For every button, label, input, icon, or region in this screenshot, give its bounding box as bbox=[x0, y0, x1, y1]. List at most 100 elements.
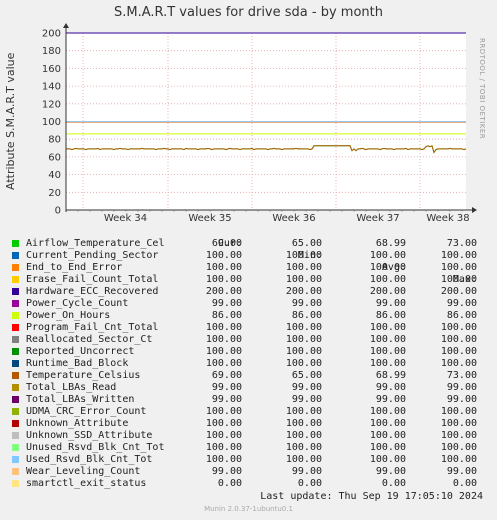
legend-row: Erase_Fail_Count_Total 100.00 100.00 100.00… bbox=[12, 274, 477, 286]
legend-series-name: Current_Pending_Sector bbox=[26, 250, 159, 261]
legend-min-value: 100.00 bbox=[285, 454, 322, 465]
legend-swatch bbox=[12, 300, 19, 307]
legend-series-name: Power_Cycle_Count bbox=[26, 298, 129, 309]
legend-avg-value: 100.00 bbox=[369, 322, 406, 333]
legend-row: Reallocated_Sector_Ct 100.00 100.00 100.00 1… bbox=[12, 334, 477, 346]
legend-max-value: 200.00 bbox=[440, 286, 477, 297]
legend-avg-value: 68.99 bbox=[375, 370, 406, 381]
legend-max-value: 0.00 bbox=[452, 478, 477, 489]
legend-header: Cur: Min: Avg: Max: bbox=[12, 226, 477, 285]
x-tick-label: Week 36 bbox=[272, 213, 315, 222]
legend-cur-value: 100.00 bbox=[205, 250, 242, 261]
legend-cur-value: 100.00 bbox=[205, 418, 242, 429]
legend-series-name: Airflow_Temperature_Cel bbox=[26, 238, 165, 249]
legend-max-value: 100.00 bbox=[440, 322, 477, 333]
legend: Cur: Min: Avg: Max: Airflow_Temperature_… bbox=[12, 226, 477, 490]
legend-min-value: 100.00 bbox=[285, 430, 322, 441]
legend-min-value: 100.00 bbox=[285, 418, 322, 429]
legend-min-value: 100.00 bbox=[285, 406, 322, 417]
legend-avg-value: 100.00 bbox=[369, 454, 406, 465]
legend-series-name: Hardware_ECC_Recovered bbox=[26, 286, 159, 297]
legend-avg-value: 100.00 bbox=[369, 430, 406, 441]
legend-avg-value: 100.00 bbox=[369, 406, 406, 417]
legend-row: Program_Fail_Cnt_Total 100.00 100.00 100.00… bbox=[12, 322, 477, 334]
legend-series-name: Runtime_Bad_Block bbox=[26, 358, 129, 369]
legend-series-name: UDMA_CRC_Error_Count bbox=[26, 406, 147, 417]
legend-series-name: Erase_Fail_Count_Total bbox=[26, 274, 159, 285]
legend-cur-value: 86.00 bbox=[211, 310, 242, 321]
legend-cur-value: 100.00 bbox=[205, 406, 242, 417]
legend-cur-value: 100.00 bbox=[205, 430, 242, 441]
legend-avg-value: 200.00 bbox=[369, 286, 406, 297]
legend-series-name: Total_LBAs_Written bbox=[26, 394, 135, 405]
legend-avg-value: 0.00 bbox=[381, 478, 406, 489]
x-tick-label: Week 37 bbox=[356, 213, 399, 222]
legend-min-value: 86.00 bbox=[291, 310, 322, 321]
legend-max-value: 100.00 bbox=[440, 334, 477, 345]
legend-cur-value: 100.00 bbox=[205, 334, 242, 345]
legend-cur-value: 99.00 bbox=[211, 394, 242, 405]
legend-max-value: 99.00 bbox=[446, 298, 477, 309]
legend-max-value: 100.00 bbox=[440, 418, 477, 429]
legend-min-value: 200.00 bbox=[285, 286, 322, 297]
legend-cur-value: 69.00 bbox=[211, 370, 242, 381]
legend-max-value: 100.00 bbox=[440, 406, 477, 417]
legend-avg-value: 68.99 bbox=[375, 238, 406, 249]
legend-max-value: 100.00 bbox=[440, 442, 477, 453]
legend-max-value: 100.00 bbox=[440, 262, 477, 273]
legend-swatch bbox=[12, 372, 19, 379]
legend-min-value: 100.00 bbox=[285, 274, 322, 285]
legend-avg-value: 100.00 bbox=[369, 262, 406, 273]
legend-cur-value: 100.00 bbox=[205, 262, 242, 273]
legend-cur-value: 100.00 bbox=[205, 274, 242, 285]
munin-version: Munin 2.0.37-1ubuntu0.1 bbox=[204, 505, 293, 513]
x-tick-label: Week 38 bbox=[426, 213, 469, 222]
legend-min-value: 99.00 bbox=[291, 382, 322, 393]
legend-series-name: smartctl_exit_status bbox=[26, 478, 147, 489]
legend-swatch bbox=[12, 384, 19, 391]
legend-swatch bbox=[12, 480, 19, 487]
legend-cur-value: 200.00 bbox=[205, 286, 242, 297]
legend-min-value: 100.00 bbox=[285, 334, 322, 345]
legend-series-name: Temperature_Celsius bbox=[26, 370, 141, 381]
legend-max-value: 100.00 bbox=[440, 430, 477, 441]
legend-min-value: 100.00 bbox=[285, 322, 322, 333]
legend-min-value: 99.00 bbox=[291, 394, 322, 405]
legend-swatch bbox=[12, 420, 19, 427]
legend-row: End_to_End_Error 100.00 100.00 100.00 100.00 bbox=[12, 262, 477, 274]
legend-avg-value: 99.00 bbox=[375, 394, 406, 405]
y-tick-label: 200 bbox=[42, 29, 61, 40]
legend-max-value: 99.00 bbox=[446, 394, 477, 405]
legend-avg-value: 100.00 bbox=[369, 418, 406, 429]
legend-max-value: 100.00 bbox=[440, 250, 477, 261]
legend-swatch bbox=[12, 312, 19, 319]
y-tick-label: 120 bbox=[42, 99, 61, 110]
y-tick-label: 160 bbox=[42, 64, 61, 75]
y-tick-label: 60 bbox=[48, 152, 61, 163]
legend-swatch bbox=[12, 468, 19, 475]
legend-avg-value: 86.00 bbox=[375, 310, 406, 321]
legend-row: smartctl_exit_status 0.00 0.00 0.00 0.00 bbox=[12, 478, 477, 490]
legend-cur-value: 100.00 bbox=[205, 322, 242, 333]
legend-avg-value: 100.00 bbox=[369, 334, 406, 345]
legend-max-value: 99.00 bbox=[446, 382, 477, 393]
legend-series-name: Reallocated_Sector_Ct bbox=[26, 334, 153, 345]
legend-swatch bbox=[12, 240, 19, 247]
legend-avg-value: 100.00 bbox=[369, 250, 406, 261]
legend-min-value: 100.00 bbox=[285, 262, 322, 273]
legend-max-value: 86.00 bbox=[446, 310, 477, 321]
legend-cur-value: 100.00 bbox=[205, 454, 242, 465]
x-axis-arrow bbox=[472, 207, 477, 213]
x-tick-label: Week 34 bbox=[104, 213, 147, 222]
legend-cur-value: 69.00 bbox=[211, 238, 242, 249]
legend-min-value: 99.00 bbox=[291, 466, 322, 477]
legend-series-name: End_to_End_Error bbox=[26, 262, 123, 273]
legend-swatch bbox=[12, 336, 19, 343]
legend-series-name: Used_Rsvd_Blk_Cnt_Tot bbox=[26, 454, 153, 465]
legend-row: Used_Rsvd_Blk_Cnt_Tot 100.00 100.00 100.00 1… bbox=[12, 454, 477, 466]
legend-series-name: Unused_Rsvd_Blk_Cnt_Tot bbox=[26, 442, 165, 453]
legend-avg-value: 99.00 bbox=[375, 466, 406, 477]
legend-min-value: 99.00 bbox=[291, 298, 322, 309]
y-tick-label: 80 bbox=[48, 135, 61, 146]
y-axis-arrow bbox=[63, 23, 69, 28]
